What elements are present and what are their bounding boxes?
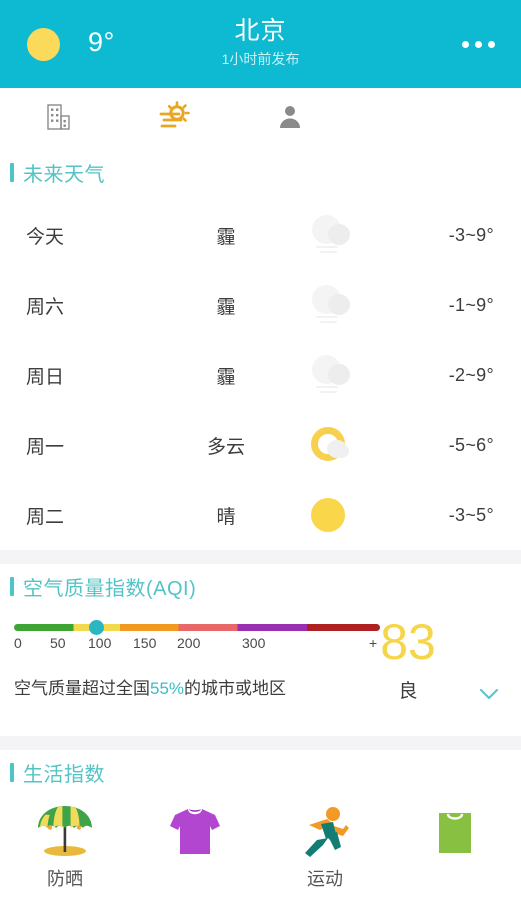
aqi-tick-300: 300 (242, 635, 266, 651)
aqi-tick-100: 100 (88, 635, 112, 651)
more-options-icon[interactable] (453, 33, 503, 55)
forecast-temp-range: -2~9° (448, 364, 494, 385)
building-icon (45, 103, 71, 136)
beach-umbrella-icon (0, 800, 130, 866)
dot-2 (474, 40, 482, 48)
forecast-day: 周六 (26, 296, 65, 318)
section-divider (0, 736, 521, 750)
table-row[interactable]: 今天 霾 -3~9° (0, 200, 521, 270)
life-index-grid: 防晒 运动 (0, 794, 521, 892)
header-center: 北京 1小时前发布 (0, 16, 521, 70)
haze-icon (306, 212, 358, 258)
tab-weather[interactable] (116, 88, 232, 150)
aqi-tick-200: 200 (177, 635, 201, 651)
app-header: 9° 北京 1小时前发布 (0, 0, 521, 88)
life-item-label: 防晒 (47, 869, 83, 889)
table-row[interactable]: 周六 霾 -1~9° (0, 270, 521, 340)
haze-icon (306, 282, 358, 328)
table-row[interactable]: 周二 晴 -3~5° (0, 480, 521, 550)
aqi-marker-dot (89, 620, 105, 635)
aqi-panel[interactable]: 0 50 100 150 200 300 + 空气质量超过全国55%的城市或地区… (0, 608, 521, 736)
aqi-desc-prefix: 空气质量超过全国 (14, 679, 150, 698)
forecast-day: 周二 (26, 506, 65, 528)
aqi-scale-bar: 0 50 100 150 200 300 + (14, 620, 380, 655)
aqi-description: 空气质量超过全国55%的城市或地区 (14, 674, 286, 699)
tab-city[interactable] (0, 88, 116, 150)
aqi-desc-suffix: 的城市或地区 (184, 679, 287, 698)
forecast-condition: 晴 (216, 506, 236, 528)
table-row[interactable]: 周日 霾 -2~9° (0, 340, 521, 410)
running-icon (260, 800, 390, 866)
forecast-list: 今天 霾 -3~9° 周六 霾 -1~9° 周日 霾 -2~9° 周一 多云 -… (0, 194, 521, 550)
aqi-value: 83 (380, 614, 436, 670)
aqi-tick-150: 150 (133, 635, 157, 651)
haze-icon (306, 352, 358, 398)
dot-3 (487, 40, 495, 48)
sun-icon (27, 28, 60, 61)
aqi-title: 空气质量指数(AQI) (23, 577, 197, 600)
shopping-bag-icon (390, 800, 520, 866)
aqi-scale-labels: 0 50 100 150 200 300 + (14, 635, 380, 655)
aqi-tick-0: 0 (14, 635, 22, 651)
section-accent-bar (10, 762, 14, 782)
aqi-desc-percent: 55% (150, 679, 185, 698)
life-item-sunscreen[interactable]: 防晒 (0, 800, 130, 892)
chevron-down-icon[interactable] (475, 684, 503, 704)
forecast-condition: 霾 (216, 366, 236, 388)
tab-bar (0, 88, 521, 150)
city-name: 北京 (234, 17, 287, 45)
person-icon (277, 103, 303, 136)
forecast-condition: 多云 (206, 436, 245, 458)
forecast-temp-range: -3~5° (448, 504, 494, 525)
forecast-condition: 霾 (216, 226, 236, 248)
aqi-level-label: 良 (398, 681, 418, 702)
life-item-clothing[interactable] (130, 800, 260, 892)
sun-haze-icon (157, 100, 191, 138)
partly-cloudy-icon (306, 422, 358, 468)
weather-app: 9° 北京 1小时前发布 未来天气 今天 霾 -3~9° 周六 霾 -1~9° … (0, 0, 521, 900)
forecast-temp-range: -5~6° (448, 434, 494, 455)
forecast-day: 周日 (26, 366, 65, 388)
tshirt-icon (130, 800, 260, 866)
forecast-title: 未来天气 (23, 163, 105, 186)
sunny-icon (306, 492, 358, 538)
tab-profile[interactable] (232, 88, 348, 150)
section-divider (0, 550, 521, 564)
forecast-section-header: 未来天气 (0, 150, 521, 194)
forecast-temp-range: -3~9° (448, 224, 494, 245)
forecast-temp-range: -1~9° (448, 294, 494, 315)
forecast-day: 今天 (26, 226, 65, 248)
current-temperature: 9° (88, 27, 115, 57)
aqi-section-header: 空气质量指数(AQI) (0, 564, 521, 608)
dot-1 (461, 40, 469, 48)
section-accent-bar (10, 162, 14, 182)
life-title: 生活指数 (23, 763, 105, 786)
forecast-condition: 霾 (216, 296, 236, 318)
life-item-shopping[interactable] (390, 800, 520, 892)
aqi-gradient-track (14, 620, 380, 635)
section-accent-bar (10, 576, 14, 596)
aqi-tick-50: 50 (50, 635, 66, 651)
life-item-sports[interactable]: 运动 (260, 800, 390, 892)
life-item-label: 运动 (307, 869, 343, 889)
life-section-header: 生活指数 (0, 750, 521, 794)
update-time: 1小时前发布 (221, 51, 300, 67)
table-row[interactable]: 周一 多云 -5~6° (0, 410, 521, 480)
forecast-day: 周一 (26, 436, 65, 458)
